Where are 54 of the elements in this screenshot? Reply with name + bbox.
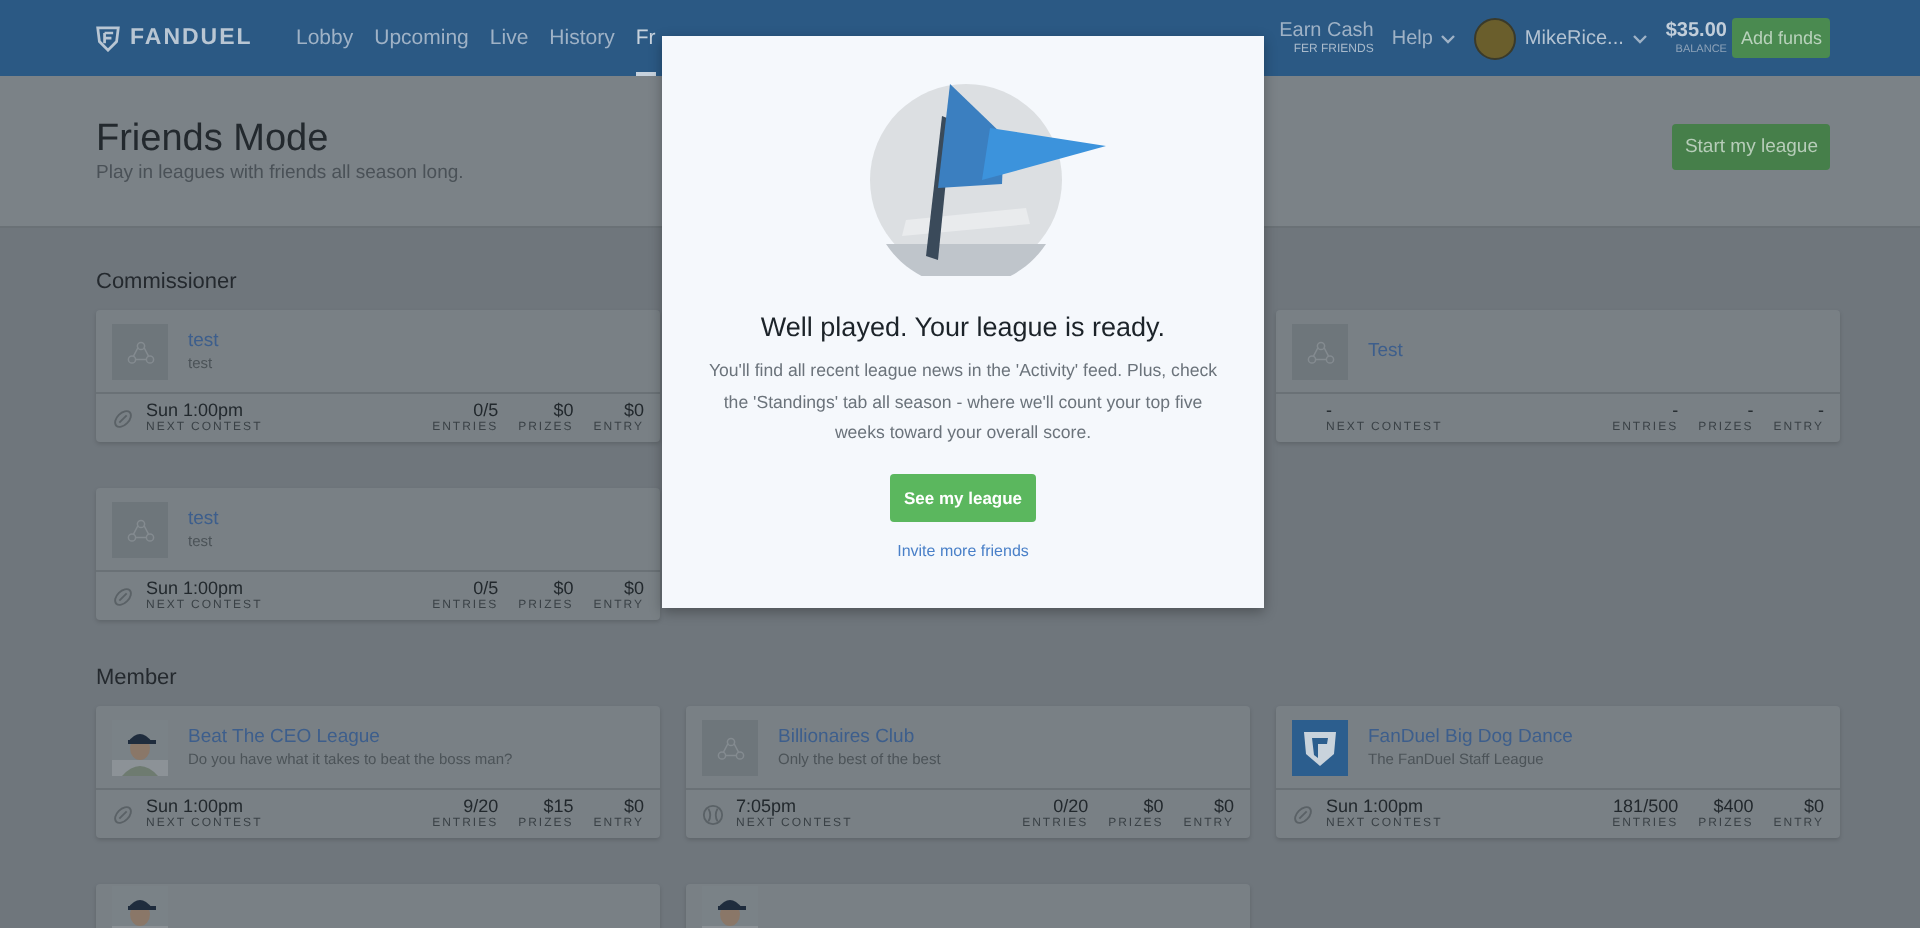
caret-icon[interactable] <box>1440 31 1457 45</box>
football-icon <box>1292 803 1314 825</box>
nav-link[interactable]: Upcoming <box>374 0 469 76</box>
stat-value: 181/500 <box>1613 796 1679 817</box>
page-title: Friends Mode <box>96 118 331 162</box>
contest-time: - <box>1326 400 1332 421</box>
stat-value: 9/20 <box>463 796 499 817</box>
stat-value: $0 <box>1803 796 1824 817</box>
football-icon <box>112 407 134 429</box>
stat-value: 0/5 <box>473 400 499 421</box>
stat-value: - <box>1818 400 1824 421</box>
see-league-button[interactable]: See my league <box>889 473 1037 521</box>
caret-icon[interactable] <box>1631 31 1648 45</box>
section-heading: Member <box>96 664 179 692</box>
football-icon <box>112 803 134 825</box>
nav-link[interactable]: Lobby <box>296 0 354 76</box>
stat-value: $0 <box>623 400 644 421</box>
help-menu[interactable]: Help <box>1391 27 1433 49</box>
stat-value: - <box>1747 400 1754 421</box>
league-card[interactable] <box>96 884 660 928</box>
contest-time: Sun 1:00pm <box>146 400 244 421</box>
nav-link[interactable]: Live <box>489 0 529 76</box>
logo-icon <box>1292 719 1348 775</box>
shield-icon <box>96 25 120 51</box>
stat-value: $0 <box>553 578 574 599</box>
invite-friends-link[interactable]: Invite more friends <box>897 541 1029 559</box>
stat-value: $0 <box>623 796 644 817</box>
stat-value: $15 <box>543 796 574 817</box>
logo[interactable]: FANDUEL <box>130 26 253 50</box>
league-card[interactable] <box>686 884 1250 928</box>
add-funds-button[interactable]: Add funds <box>1732 18 1830 58</box>
stat-value: $0 <box>1143 796 1164 817</box>
start-league-button[interactable]: Start my league <box>1672 124 1830 170</box>
contest-time: Sun 1:00pm <box>1326 796 1424 817</box>
stat-value: $400 <box>1713 796 1754 817</box>
avatar[interactable] <box>1474 17 1517 59</box>
modal-heading: Well played. Your league is ready. <box>760 310 1166 346</box>
stat-value: 0/5 <box>473 578 499 599</box>
contest-time: 7:05pm <box>736 796 797 817</box>
stat-value: - <box>1672 400 1679 421</box>
stat-value: $0 <box>553 400 574 421</box>
stat-value: 0/20 <box>1053 796 1089 817</box>
section-heading: Commissioner <box>96 268 239 296</box>
football-icon <box>112 585 134 607</box>
stat-value: $0 <box>623 578 644 599</box>
earn-cash-link[interactable]: Earn Cash <box>1279 19 1374 43</box>
modal-message: You'll find all recent league news in the 'Activity' feed. Plus, check the 'Standings' tab all season - where we'll count your top five weeks toward your overall score. <box>706 358 1220 446</box>
user-name[interactable]: MikeRice... <box>1524 27 1624 49</box>
baseball-icon <box>702 803 724 825</box>
stat-value: $0 <box>1213 796 1234 817</box>
contest-time: Sun 1:00pm <box>146 578 244 599</box>
contest-time: Sun 1:00pm <box>146 796 244 817</box>
balance-amount: $35.00 <box>1665 19 1727 43</box>
nav-link[interactable]: History <box>549 0 615 76</box>
